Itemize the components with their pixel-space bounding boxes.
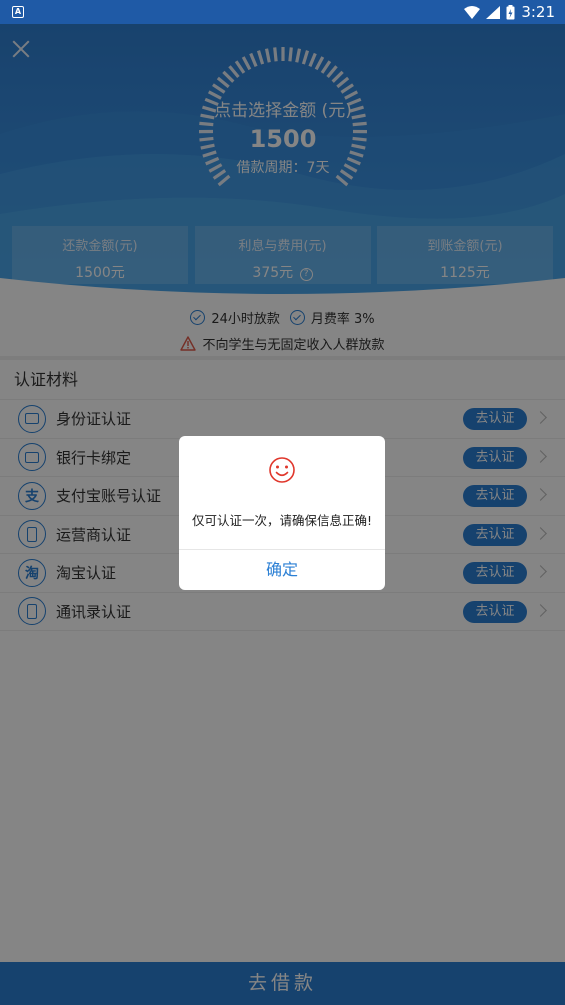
status-bar: A 3:21 [0,0,565,24]
status-icons: 3:21 [464,3,555,21]
dialog-message: 仅可认证一次，请确保信息正确! [191,513,372,528]
borrow-button[interactable]: 去借款 [0,962,565,1005]
confirm-button[interactable]: 确定 [179,550,385,590]
notification-icon: A [12,6,24,18]
wifi-icon [464,5,481,19]
confirm-dialog: 仅可认证一次，请确保信息正确! 确定 [179,436,385,590]
signal-icon [486,5,501,19]
clock: 3:21 [521,3,555,21]
battery-icon [506,4,515,19]
smile-icon [269,457,295,483]
